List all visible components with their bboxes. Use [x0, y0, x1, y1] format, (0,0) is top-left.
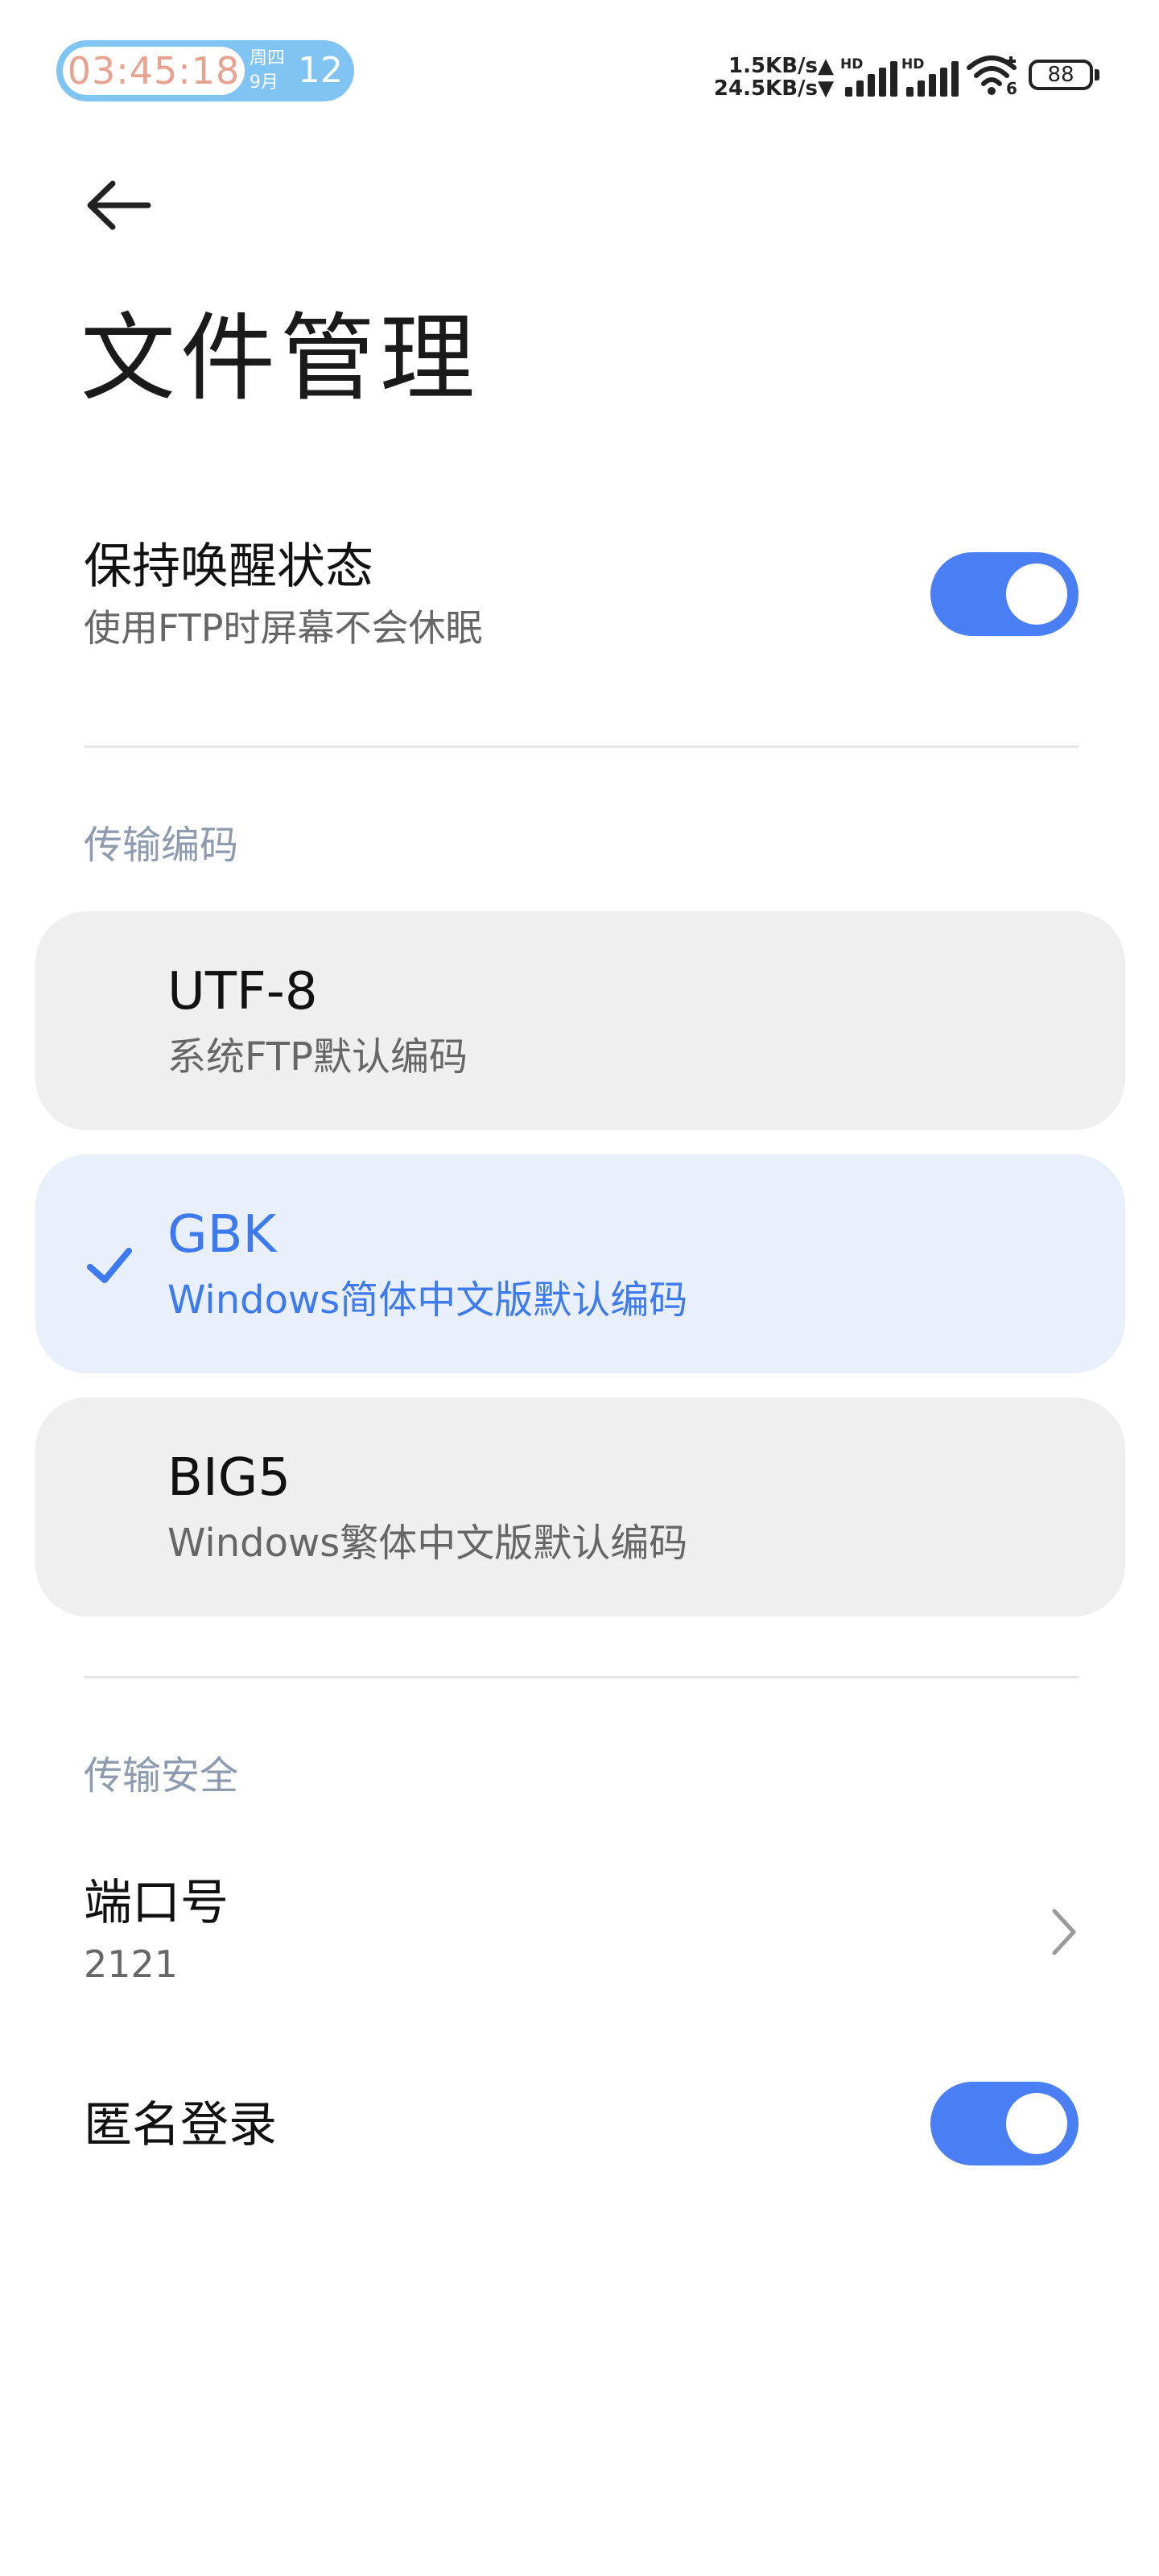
port-row[interactable]: 端口号 2121 [0, 1852, 1159, 2013]
clock-month: 9月 [250, 72, 278, 93]
upload-speed: 1.5KB/s▲ [728, 54, 834, 78]
toggle-knob [1006, 2093, 1067, 2154]
anonymous-login-row[interactable]: 匿名登录 [0, 2061, 1159, 2190]
keep-awake-toggle[interactable] [930, 552, 1079, 636]
check-icon [87, 1248, 132, 1283]
status-bar: 03:45:18 周四 9月 12 1.5KB/s▲ 24.5KB/s▼ HD … [0, 0, 1159, 145]
encoding-option-utf8[interactable]: UTF-8 系统FTP默认编码 [35, 911, 1125, 1130]
clock-day: 12 [298, 50, 343, 91]
signal-icon: HD [840, 56, 900, 97]
encoding-option-gbk[interactable]: GBK Windows简体中文版默认编码 [35, 1154, 1125, 1373]
divider [84, 1676, 1079, 1678]
clock-date: 周四 9月 [250, 47, 298, 95]
port-value: 2121 [84, 1942, 179, 1986]
encoding-option-title: BIG5 [167, 1448, 291, 1508]
encoding-option-subtitle: 系统FTP默认编码 [167, 1034, 468, 1080]
clock-weekday: 周四 [250, 48, 286, 68]
encoding-option-title: GBK [167, 1205, 277, 1265]
back-button[interactable] [80, 169, 161, 242]
network-speed: 1.5KB/s▲ 24.5KB/s▼ [705, 55, 834, 100]
wifi-label: 6 [1006, 79, 1017, 98]
toggle-knob [1006, 564, 1067, 625]
encoding-option-big5[interactable]: BIG5 Windows繁体中文版默认编码 [35, 1397, 1125, 1616]
signal-icon-2: HD [901, 56, 961, 97]
download-speed: 24.5KB/s▼ [713, 76, 834, 101]
keep-awake-title: 保持唤醒状态 [84, 539, 373, 595]
page-title: 文件管理 [80, 303, 481, 414]
arrow-left-icon [87, 180, 151, 230]
battery-tip [1095, 69, 1099, 80]
encoding-option-subtitle: Windows简体中文版默认编码 [167, 1278, 688, 1323]
security-section-header: 传输安全 [84, 1753, 239, 1798]
encoding-option-title: UTF-8 [167, 962, 318, 1022]
signal-hd-label: HD [840, 56, 864, 72]
divider [84, 745, 1079, 748]
port-title: 端口号 [84, 1875, 229, 1931]
clock-time: 03:45:18 [63, 47, 245, 95]
clock-pill: 03:45:18 周四 9月 12 [56, 40, 354, 101]
battery-icon: 88 [1029, 60, 1093, 90]
encoding-option-subtitle: Windows繁体中文版默认编码 [167, 1521, 688, 1566]
anonymous-login-toggle[interactable] [930, 2082, 1079, 2165]
keep-awake-row[interactable]: 保持唤醒状态 使用FTP时屏幕不会休眠 [0, 515, 1159, 676]
wifi-icon: 6 [966, 53, 1021, 98]
anonymous-login-title: 匿名登录 [84, 2097, 277, 2153]
keep-awake-subtitle: 使用FTP时屏幕不会休眠 [84, 606, 483, 650]
chevron-right-icon [1052, 1909, 1076, 1955]
signal-hd-label-2: HD [901, 56, 925, 72]
encoding-section-header: 传输编码 [84, 823, 239, 868]
